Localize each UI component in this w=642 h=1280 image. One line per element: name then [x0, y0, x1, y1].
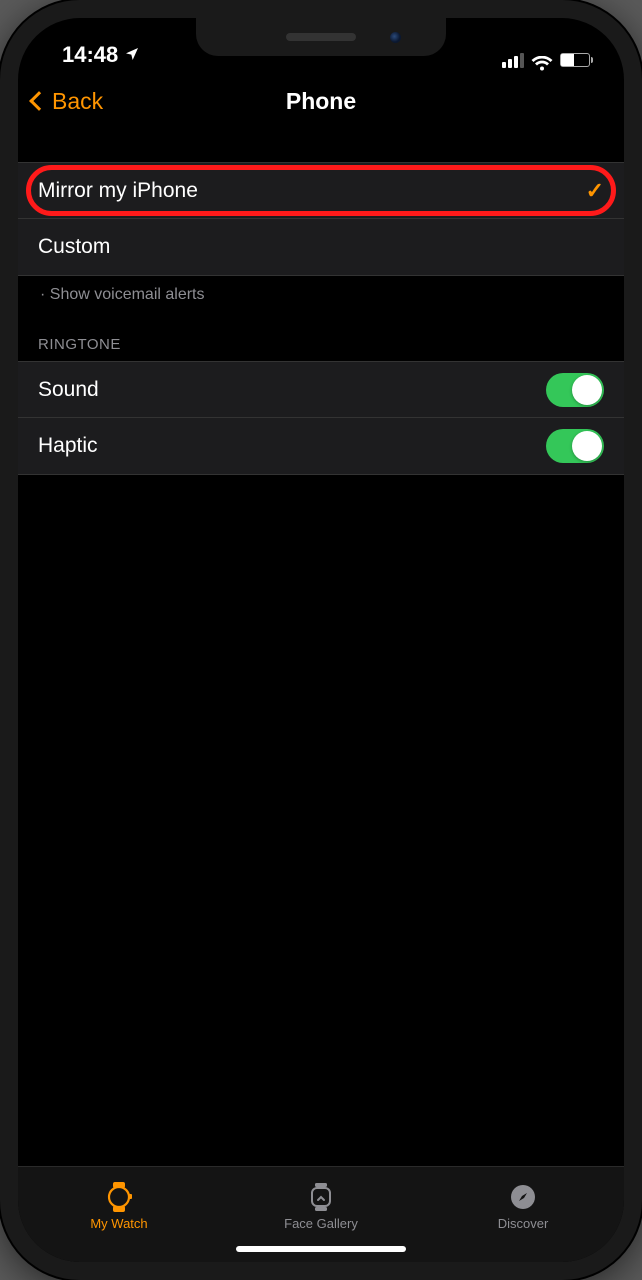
checkmark-icon: ✓	[586, 178, 604, 204]
cellular-signal-icon	[502, 53, 524, 68]
front-camera	[390, 32, 401, 43]
home-indicator[interactable]	[236, 1246, 406, 1252]
back-button[interactable]: Back	[32, 88, 103, 115]
row-label: Haptic	[38, 434, 98, 458]
tab-face-gallery[interactable]: Face Gallery	[220, 1167, 422, 1246]
tab-label: Discover	[498, 1216, 549, 1231]
sound-toggle[interactable]	[546, 373, 604, 407]
ringtone-group: Sound Haptic	[18, 361, 624, 475]
tab-label: My Watch	[90, 1216, 147, 1231]
row-label: Sound	[38, 378, 99, 402]
alerts-footer: · Show voicemail alerts	[18, 276, 624, 308]
tab-label: Face Gallery	[284, 1216, 358, 1231]
ringtone-header: RINGTONE	[18, 308, 624, 361]
option-mirror-iphone[interactable]: Mirror my iPhone ✓	[18, 163, 624, 219]
option-label: Custom	[38, 235, 110, 259]
option-custom[interactable]: Custom	[18, 219, 624, 275]
location-icon	[124, 42, 140, 68]
wifi-icon	[531, 52, 553, 68]
tab-my-watch[interactable]: My Watch	[18, 1167, 220, 1246]
nav-bar: Back Phone	[18, 70, 624, 132]
status-time: 14:48	[62, 42, 118, 68]
notch	[196, 18, 446, 56]
screen: 14:48	[18, 18, 624, 1262]
face-gallery-icon	[306, 1182, 336, 1212]
row-sound: Sound	[18, 362, 624, 418]
tab-discover[interactable]: Discover	[422, 1167, 624, 1246]
battery-icon	[560, 53, 590, 67]
watch-icon	[104, 1182, 134, 1212]
option-label: Mirror my iPhone	[38, 179, 198, 203]
back-label: Back	[52, 88, 103, 115]
compass-icon	[508, 1182, 538, 1212]
alerts-mode-group: Mirror my iPhone ✓ Custom	[18, 162, 624, 276]
haptic-toggle[interactable]	[546, 429, 604, 463]
phone-frame: 14:48	[0, 0, 642, 1280]
row-haptic: Haptic	[18, 418, 624, 474]
content: Mirror my iPhone ✓ Custom · Show voicema…	[18, 132, 624, 1166]
chevron-left-icon	[29, 91, 49, 111]
page-title: Phone	[18, 88, 624, 115]
earpiece-speaker	[286, 33, 356, 41]
